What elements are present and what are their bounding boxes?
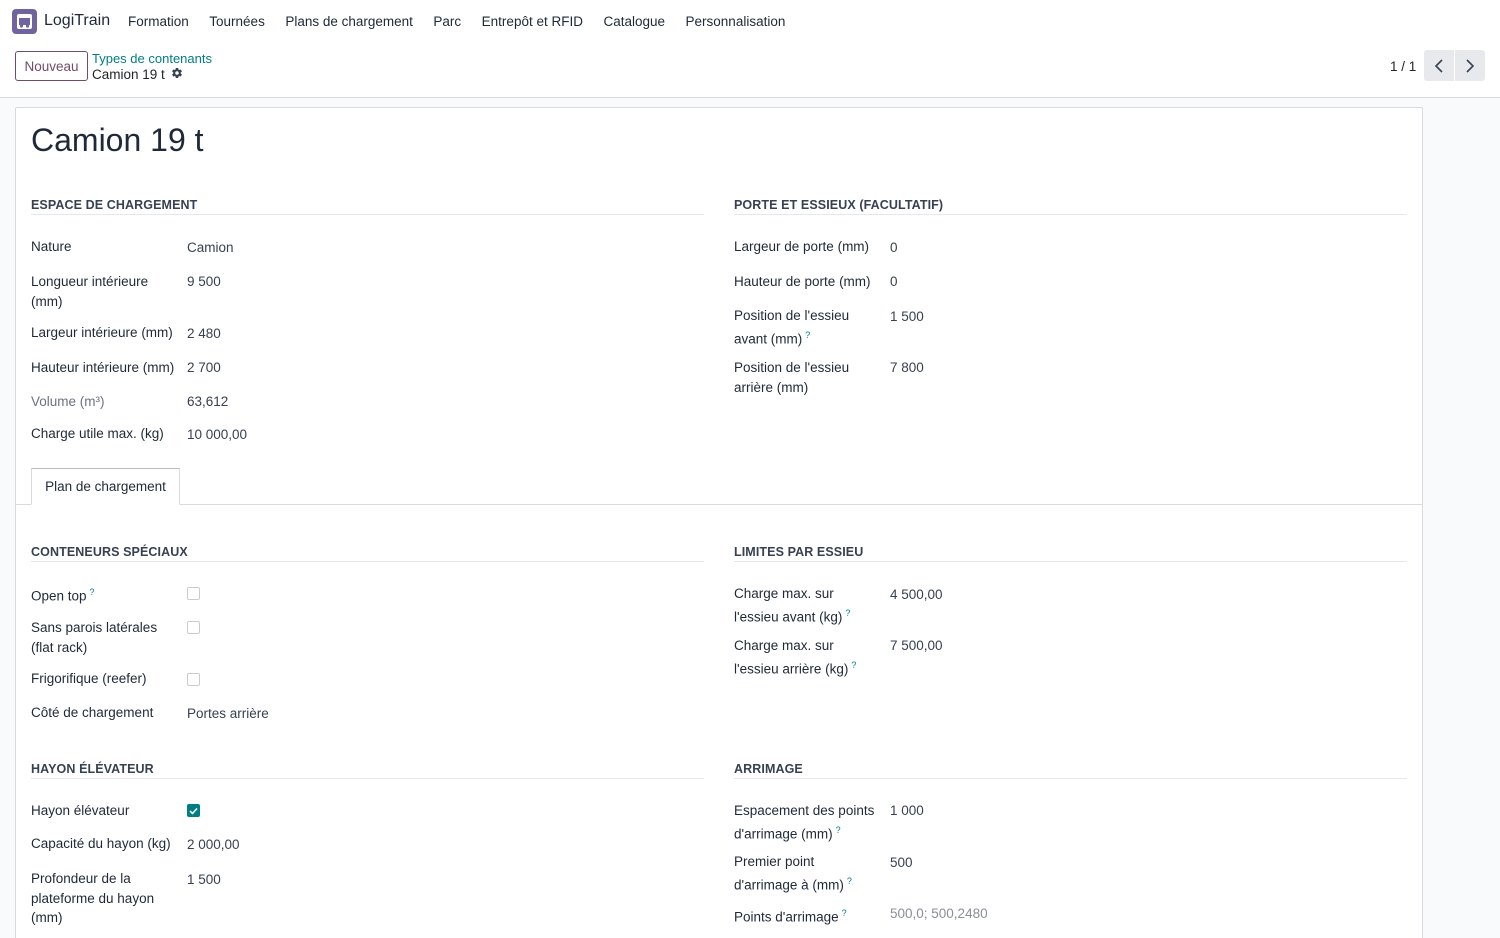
field-label-nature: Nature bbox=[31, 239, 72, 254]
field-label-volume: Volume (m³) bbox=[31, 394, 105, 409]
menu-item-parc[interactable]: Parc bbox=[433, 14, 461, 29]
field-volume: 63,612 bbox=[187, 394, 229, 409]
field-label-premier-point: Premier point d'arrimage à (mm)? bbox=[734, 852, 864, 895]
field-label-charge-utile: Charge utile max. (kg) bbox=[31, 426, 164, 441]
field-label-cote-chargement: Côté de chargement bbox=[31, 705, 154, 720]
checkmark-icon bbox=[189, 807, 198, 815]
field-label-flat-rack: Sans parois latérales (flat rack) bbox=[31, 620, 158, 655]
help-icon[interactable]: ? bbox=[836, 825, 841, 835]
help-icon[interactable]: ? bbox=[845, 608, 850, 618]
field-largeur-porte[interactable]: 0 bbox=[890, 240, 898, 255]
checkbox-hayon[interactable] bbox=[187, 804, 200, 817]
field-label-essieu-avant: Position de l'essieu avant (mm)? bbox=[734, 306, 864, 349]
checkbox-flat-rack[interactable] bbox=[187, 621, 200, 634]
field-essieu-arriere[interactable]: 7 800 bbox=[890, 360, 924, 375]
field-label-text: Points d'arrimage bbox=[734, 909, 839, 925]
menu-item-catalogue[interactable]: Catalogue bbox=[603, 14, 665, 29]
field-label-text: Open top bbox=[31, 588, 87, 604]
field-label-capacite-hayon: Capacité du hayon (kg) bbox=[31, 836, 171, 851]
control-panel: Nouveau Types de contenants Camion 19 t … bbox=[0, 44, 1500, 98]
help-icon[interactable]: ? bbox=[847, 876, 852, 886]
chevron-right-icon bbox=[1466, 58, 1475, 73]
field-hauteur[interactable]: 2 700 bbox=[187, 360, 221, 375]
menu-item-plans-de-chargement[interactable]: Plans de chargement bbox=[285, 14, 413, 29]
tab-plan-de-chargement[interactable]: Plan de chargement bbox=[31, 468, 180, 505]
field-nature[interactable]: Camion bbox=[187, 240, 234, 255]
field-hauteur-porte[interactable]: 0 bbox=[890, 274, 898, 289]
group-divider bbox=[31, 214, 704, 215]
field-label-text: Espacement des points d'arrimage (mm) bbox=[734, 803, 875, 841]
menu-item-tournees[interactable]: Tournées bbox=[209, 14, 265, 29]
field-points-arrimage: 500,0; 500,2480 bbox=[890, 906, 988, 921]
field-label-hayon: Hayon élévateur bbox=[31, 803, 130, 818]
field-label-charge-essieu-avant: Charge max. sur l'essieu avant (kg)? bbox=[734, 584, 864, 627]
field-cote-chargement[interactable]: Portes arrière bbox=[187, 706, 269, 721]
field-label-largeur-porte: Largeur de porte (mm) bbox=[734, 239, 870, 254]
group-title-espace: ESPACE DE CHARGEMENT bbox=[31, 198, 198, 212]
record-title[interactable]: Camion 19 t bbox=[31, 122, 204, 159]
main-menu: Formation Tournées Plans de chargement P… bbox=[128, 14, 806, 29]
field-label-charge-essieu-arriere: Charge max. sur l'essieu arrière (kg)? bbox=[734, 636, 864, 679]
help-icon[interactable]: ? bbox=[90, 587, 95, 597]
top-navbar: LogiTrain Formation Tournées Plans de ch… bbox=[0, 0, 1500, 44]
tabs-divider bbox=[16, 504, 1422, 505]
group-title-speciaux: CONTENEURS SPÉCIAUX bbox=[31, 545, 188, 559]
help-icon[interactable]: ? bbox=[851, 660, 856, 670]
field-label-text: Charge max. sur l'essieu arrière (kg) bbox=[734, 638, 849, 676]
field-label-profondeur-hayon: Profondeur de la plateforme du hayon (mm… bbox=[31, 871, 155, 925]
field-profondeur-hayon[interactable]: 1 500 bbox=[187, 872, 221, 887]
field-capacite-hayon[interactable]: 2 000,00 bbox=[187, 837, 240, 852]
app-logo-icon[interactable] bbox=[12, 9, 37, 34]
menu-item-personnalisation[interactable]: Personnalisation bbox=[686, 14, 786, 29]
field-charge-essieu-avant[interactable]: 4 500,00 bbox=[890, 587, 943, 602]
group-title-porte: PORTE ET ESSIEUX (FACULTATIF) bbox=[734, 198, 944, 212]
group-title-limites: LIMITES PAR ESSIEU bbox=[734, 545, 864, 559]
checkbox-reefer[interactable] bbox=[187, 673, 200, 686]
help-icon[interactable]: ? bbox=[805, 330, 810, 340]
gear-icon[interactable] bbox=[171, 67, 183, 82]
breadcrumb-current-label: Camion 19 t bbox=[92, 67, 165, 82]
field-label-open-top: Open top? bbox=[31, 583, 181, 606]
field-label-text: Charge max. sur l'essieu avant (kg) bbox=[734, 586, 843, 624]
group-divider bbox=[31, 778, 704, 779]
menu-item-entrepot-rfid[interactable]: Entrepôt et RFID bbox=[482, 14, 583, 29]
group-divider bbox=[734, 214, 1407, 215]
group-divider bbox=[734, 561, 1407, 562]
field-label-largeur: Largeur intérieure (mm) bbox=[31, 325, 173, 340]
field-label-points-arrimage: Points d'arrimage? bbox=[734, 904, 884, 927]
group-title-hayon: HAYON ÉLÉVATEUR bbox=[31, 762, 154, 776]
group-title-arrimage: ARRIMAGE bbox=[734, 762, 803, 776]
pager-next-button[interactable] bbox=[1455, 50, 1485, 81]
pager-value[interactable]: 1 / 1 bbox=[1390, 59, 1416, 74]
breadcrumb-parent-link[interactable]: Types de contenants bbox=[92, 51, 212, 66]
field-charge-essieu-arriere[interactable]: 7 500,00 bbox=[890, 638, 943, 653]
field-longueur[interactable]: 9 500 bbox=[187, 274, 221, 289]
new-button[interactable]: Nouveau bbox=[15, 51, 88, 81]
breadcrumb-current: Camion 19 t bbox=[92, 67, 183, 82]
chevron-left-icon bbox=[1434, 58, 1443, 73]
help-icon[interactable]: ? bbox=[842, 908, 847, 918]
app-name[interactable]: LogiTrain bbox=[44, 12, 110, 30]
menu-item-formation[interactable]: Formation bbox=[128, 14, 189, 29]
field-label-espacement: Espacement des points d'arrimage (mm)? bbox=[734, 801, 884, 844]
group-divider bbox=[31, 561, 704, 562]
field-label-essieu-arriere: Position de l'essieu arrière (mm) bbox=[734, 360, 850, 395]
group-divider bbox=[734, 778, 1407, 779]
field-label-longueur: Longueur intérieure (mm) bbox=[31, 274, 149, 309]
field-espacement[interactable]: 1 000 bbox=[890, 803, 924, 818]
field-label-reefer: Frigorifique (reefer) bbox=[31, 671, 147, 686]
field-label-hauteur-porte: Hauteur de porte (mm) bbox=[734, 274, 871, 289]
checkbox-open-top[interactable] bbox=[187, 587, 200, 600]
field-largeur[interactable]: 2 480 bbox=[187, 326, 221, 341]
field-essieu-avant[interactable]: 1 500 bbox=[890, 309, 924, 324]
pager-previous-button[interactable] bbox=[1424, 50, 1454, 81]
field-premier-point[interactable]: 500 bbox=[890, 855, 913, 870]
field-label-hauteur: Hauteur intérieure (mm) bbox=[31, 360, 175, 375]
field-label-text: Premier point d'arrimage à (mm) bbox=[734, 854, 844, 892]
form-sheet bbox=[15, 107, 1423, 938]
field-label-text: Position de l'essieu avant (mm) bbox=[734, 308, 850, 346]
field-charge-utile[interactable]: 10 000,00 bbox=[187, 427, 247, 442]
